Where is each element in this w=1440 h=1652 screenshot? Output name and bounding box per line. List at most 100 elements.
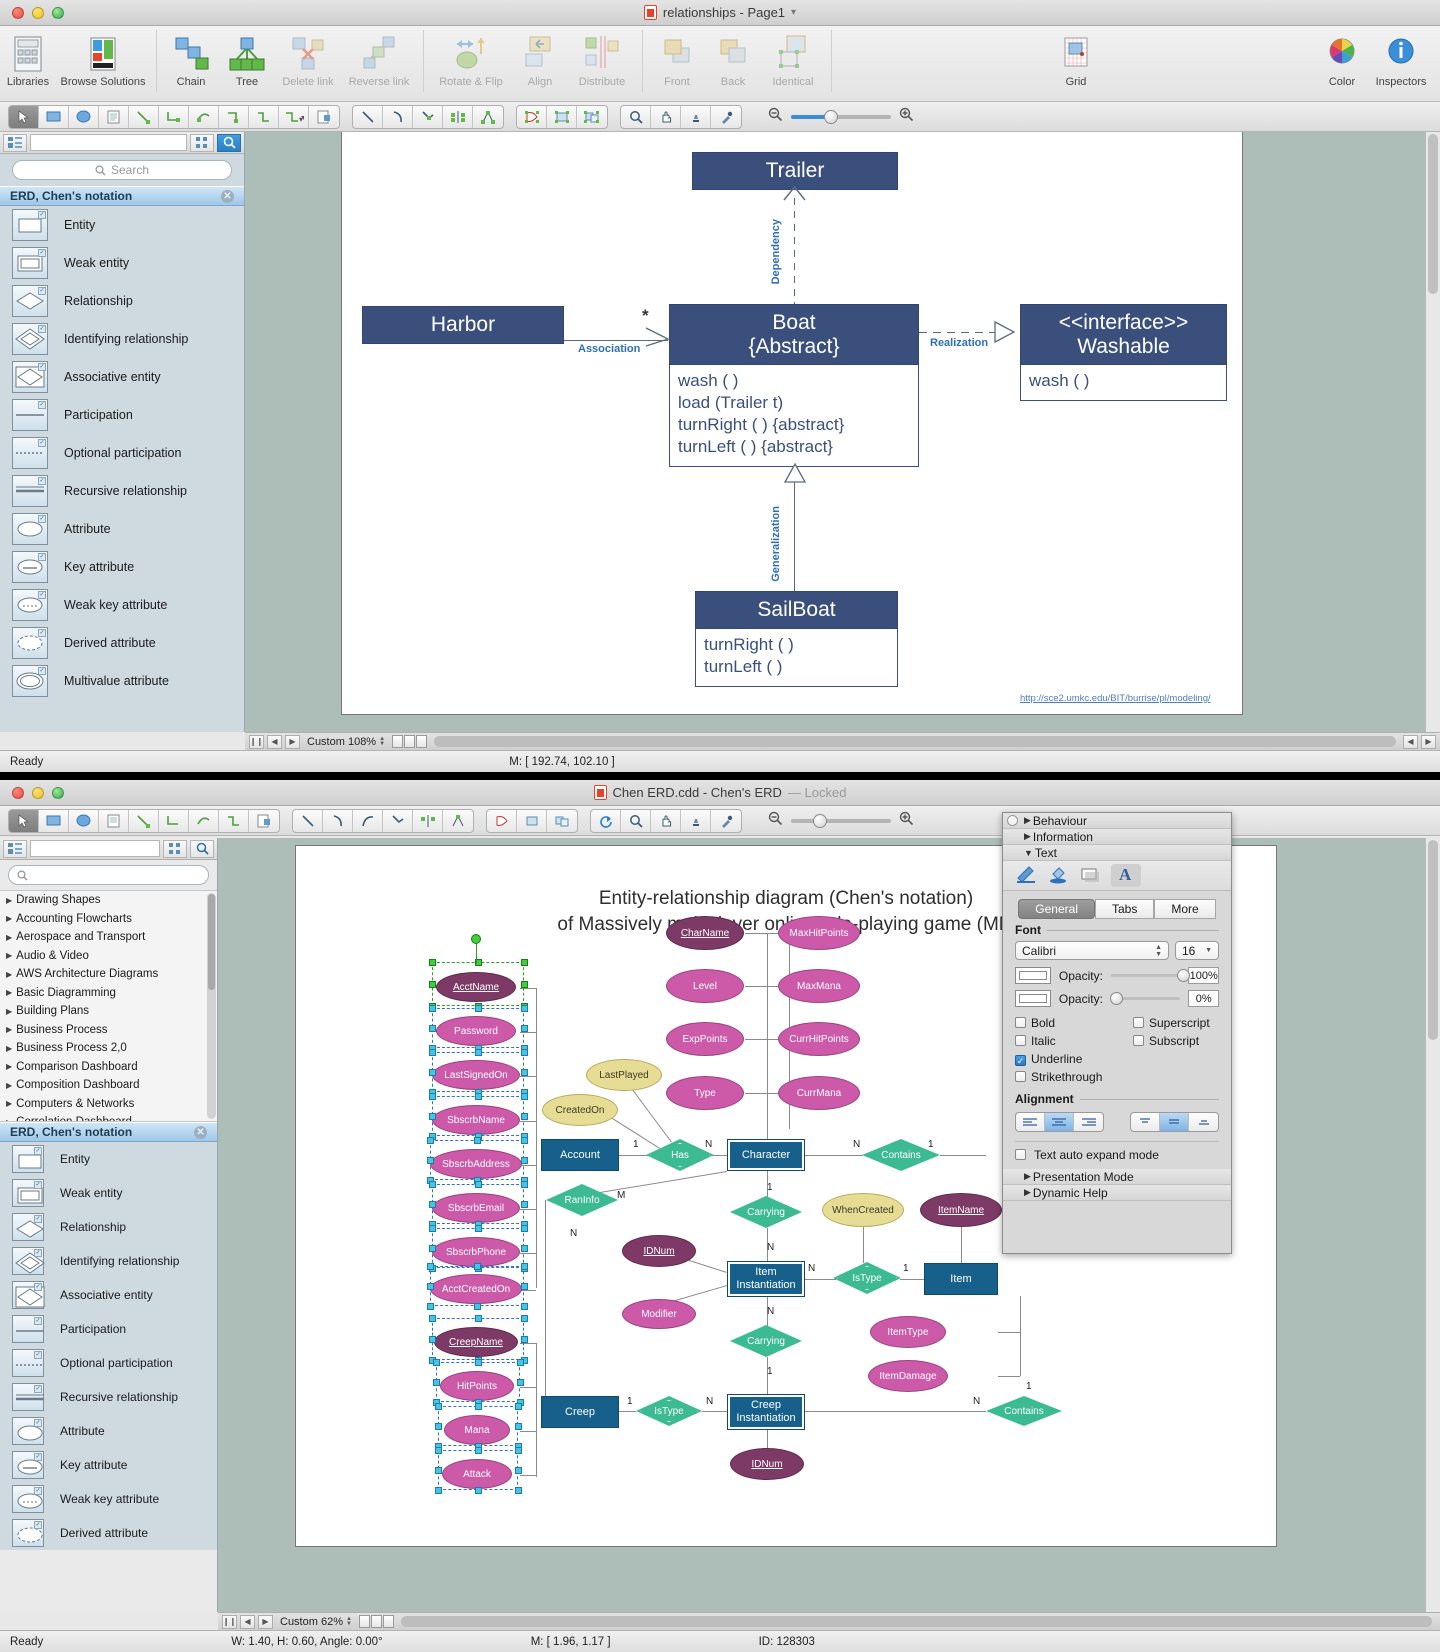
library-item-relationship[interactable]: ✓ Relationship (0, 282, 244, 320)
erd-relationship[interactable]: Carrying (730, 1196, 802, 1228)
checkbox-icon[interactable] (1015, 1071, 1026, 1082)
opacity-value-line[interactable]: 0% (1188, 990, 1219, 1007)
dependency-edge[interactable] (794, 198, 795, 316)
erd-attribute[interactable]: CreatedOn (542, 1094, 618, 1126)
selection-box[interactable] (432, 1096, 524, 1136)
library-item-b-weak-key-attribute[interactable]: ✓ Weak key attribute (0, 1482, 217, 1516)
checkbox-icon[interactable] (1133, 1035, 1144, 1046)
selection-handle[interactable] (520, 1335, 528, 1343)
chevron-right-icon[interactable]: ▶ (6, 1007, 12, 1016)
selection-handle[interactable] (514, 1422, 522, 1430)
library-path-field[interactable] (30, 840, 160, 857)
selection-handle[interactable] (520, 1302, 528, 1310)
selection-handle[interactable] (432, 1378, 440, 1386)
checkbox-superscript[interactable]: Superscript (1133, 1016, 1219, 1030)
text-tool[interactable] (99, 809, 129, 832)
prev-page-icon[interactable]: ◀ (240, 1614, 255, 1629)
align-right-icon[interactable] (1074, 1113, 1103, 1131)
ribbon-button-libraries[interactable]: Libraries (0, 26, 56, 100)
close-icon[interactable]: ✕ (194, 1125, 207, 1139)
elbow-connector-tool[interactable] (159, 105, 189, 128)
hscroll-bottom[interactable]: ❙❙ ◀ ▶ Custom 62% ▲ ▼ (218, 1612, 1440, 1630)
scrollbar-thumb[interactable] (1428, 840, 1438, 1040)
elbow-connector-tool[interactable] (159, 809, 189, 832)
font-size-select[interactable]: 16 ▼ (1175, 941, 1219, 960)
window-controls-bottom[interactable] (12, 786, 64, 799)
radio-icon[interactable] (1007, 815, 1018, 826)
library-item-associative-entity[interactable]: ✓ Associative entity (0, 358, 244, 396)
ribbon-button-front[interactable]: Front (649, 26, 705, 100)
selection-handle[interactable] (434, 1402, 442, 1410)
erd-relationship[interactable]: RanInfo (546, 1184, 618, 1216)
selection-handle[interactable] (473, 1302, 481, 1310)
align-middle-icon[interactable] (1160, 1113, 1190, 1131)
tree-item-business-process-2-0[interactable]: ▶ Business Process 2,0 (0, 1039, 217, 1058)
tab-tabs[interactable]: Tabs (1095, 899, 1155, 919)
selection-handle[interactable] (428, 1024, 436, 1032)
line-connector-tool[interactable] (129, 105, 159, 128)
library-item-b-derived-attribute[interactable]: ✓ Derived attribute (0, 1516, 217, 1550)
library-item-b-optional-participation[interactable]: ✓ Optional participation (0, 1346, 217, 1380)
zoom-out-icon[interactable] (768, 811, 783, 831)
line-connector-tool[interactable] (129, 809, 159, 832)
zoom-slider-bottom[interactable] (791, 813, 891, 828)
selection-handle[interactable] (428, 1244, 436, 1252)
search-input-top[interactable]: Search (12, 160, 232, 180)
erd-attribute[interactable]: CurrHitPoints (778, 1022, 860, 1056)
erd-attribute[interactable]: ItemName (920, 1193, 1002, 1227)
selection-handle[interactable] (474, 1224, 482, 1232)
selection-handle[interactable] (514, 1486, 522, 1494)
close-icon[interactable]: ✕ (221, 189, 234, 203)
selection-box[interactable] (438, 1406, 518, 1446)
erd-attribute[interactable]: Type (666, 1076, 744, 1110)
ribbon-top[interactable]: Libraries Browse Solutions Chain Tree De… (0, 26, 1440, 102)
selection-box[interactable] (432, 1184, 524, 1224)
selection-handle[interactable] (428, 958, 436, 966)
chevron-right-icon[interactable]: ▶ (6, 988, 12, 997)
arc-line-tool[interactable] (383, 105, 413, 128)
erd-relationship[interactable]: IsType (833, 1262, 901, 1294)
selection-handle[interactable] (474, 1446, 482, 1454)
erd-attribute[interactable]: IDNum (730, 1448, 804, 1480)
union-shapes-tool[interactable] (517, 105, 547, 128)
tree-item-audio-video[interactable]: ▶ Audio & Video (0, 947, 217, 966)
library-grid-view-icon[interactable] (163, 839, 187, 858)
zoom-control-top[interactable] (768, 107, 914, 127)
minimize-button[interactable] (32, 786, 44, 799)
polyline-tool[interactable] (383, 809, 413, 832)
solutions-tree-bottom[interactable]: ▶ Drawing Shapes ▶ Accounting Flowcharts… (0, 890, 217, 1122)
pause-icon[interactable]: ❙❙ (249, 734, 264, 749)
zoom-tool[interactable] (621, 809, 651, 832)
checkbox-icon[interactable] (1015, 1149, 1026, 1160)
checkbox-icon[interactable] (1133, 1017, 1144, 1028)
selection-handle[interactable] (474, 1358, 482, 1366)
chevron-right-icon[interactable]: ▶ (6, 1025, 12, 1034)
library-item-optional-participation[interactable]: ✓ Optional participation (0, 434, 244, 472)
erd-attribute[interactable]: ItemType (870, 1316, 946, 1348)
arc-line-tool[interactable] (323, 809, 353, 832)
selection-handle[interactable] (428, 1180, 436, 1188)
selection-handle[interactable] (474, 1048, 482, 1056)
library-tree-view-icon[interactable] (3, 839, 27, 858)
library-grid-view-icon[interactable] (190, 133, 214, 152)
uml-class-boat[interactable]: Boat {Abstract} wash ( ) load (Trailer t… (669, 304, 919, 468)
selection-handle[interactable] (520, 1068, 528, 1076)
library-item-recursive-relationship[interactable]: ✓ Recursive relationship (0, 472, 244, 510)
erd-entity[interactable]: Account (541, 1139, 619, 1171)
titlebar-top[interactable]: relationships - Page1 ▾ (0, 0, 1440, 26)
library-item-b-recursive-relationship[interactable]: ✓ Recursive relationship (0, 1380, 217, 1414)
zoom-level-select-top[interactable]: Custom 108% ▲ ▼ (303, 736, 389, 748)
library-item-weak-key-attribute[interactable]: ✓ Weak key attribute (0, 586, 244, 624)
selection-handle[interactable] (516, 1358, 524, 1366)
selection-handle[interactable] (428, 1112, 436, 1120)
group-shapes-tool[interactable] (547, 105, 577, 128)
selection-handle[interactable] (434, 1422, 442, 1430)
maximize-button[interactable] (52, 6, 64, 19)
selection-handle[interactable] (520, 1224, 528, 1232)
library-item-weak-entity[interactable]: ✓ Weak entity (0, 244, 244, 282)
stamp-tool[interactable] (681, 105, 711, 128)
next-page-icon[interactable]: ▶ (285, 734, 300, 749)
selection-handle[interactable] (426, 1282, 434, 1290)
ribbon-button-reverse-link[interactable]: Reverse link (341, 26, 417, 100)
zoom-control-bottom[interactable] (768, 811, 914, 831)
